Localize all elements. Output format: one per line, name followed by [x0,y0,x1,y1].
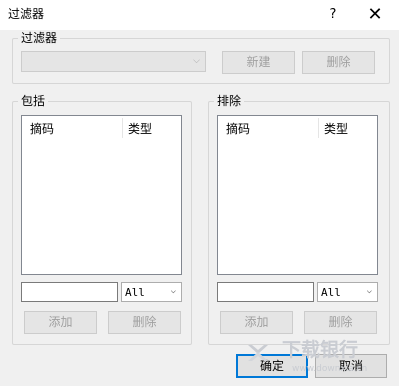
exclude-group-legend: 排除 [214,94,245,108]
exclude-add-button[interactable]: 添加 [220,311,293,334]
close-button[interactable]: ✕ [360,0,390,30]
exclude-type-select[interactable]: All ⌵ [317,282,378,302]
new-button[interactable]: 新建 [222,51,295,74]
watermark-text: 下载银行 [282,339,359,361]
include-col-code[interactable]: 摘码 [30,122,54,136]
watermark-url: www.downxia.cn [292,364,368,374]
window-title: 过滤器 [8,7,45,21]
exclude-list[interactable]: 摘码 类型 [217,115,378,275]
include-group-legend: 包括 [18,94,49,108]
include-list[interactable]: 摘码 类型 [21,115,182,275]
filter-select[interactable]: ⌵ [21,51,206,72]
chevron-down-icon: ⌵ [193,56,200,66]
exclude-col-code[interactable]: 摘码 [226,122,250,136]
filter-delete-button[interactable]: 删除 [302,51,375,74]
chevron-down-icon: ⌵ [170,286,176,296]
include-input[interactable] [21,282,118,302]
exclude-delete-button[interactable]: 删除 [304,311,377,334]
include-type-select[interactable]: All ⌵ [121,282,182,302]
chevron-down-icon: ⌵ [366,286,372,296]
exclude-col-divider[interactable] [318,118,319,138]
include-type-value: All [125,286,145,299]
include-col-divider[interactable] [122,118,123,138]
exclude-input[interactable] [217,282,314,302]
watermark-logo-icon [246,341,270,365]
filter-group-legend: 过滤器 [18,31,61,45]
title-bar: 过滤器 ? ✕ [0,0,399,30]
include-add-button[interactable]: 添加 [24,311,97,334]
exclude-col-type[interactable]: 类型 [324,122,348,136]
include-col-type[interactable]: 类型 [128,122,152,136]
include-delete-button[interactable]: 删除 [108,311,181,334]
exclude-type-value: All [321,286,341,299]
help-button[interactable]: ? [318,0,348,30]
